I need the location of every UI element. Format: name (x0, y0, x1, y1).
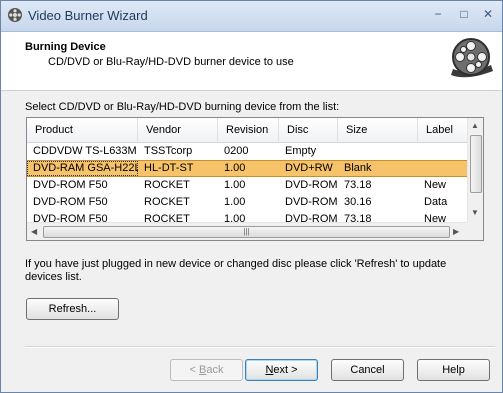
film-reel-icon (8, 8, 22, 22)
horizontal-scrollbar[interactable]: ◀ ||| ▶ (27, 222, 467, 240)
cell-size (338, 143, 418, 160)
cancel-button-label: Cancel (350, 364, 385, 376)
table-row-selected[interactable]: DVD-RAM GSA-H22L HL-DT-ST 1.00 DVD+RW Bl… (27, 160, 467, 177)
scroll-left-icon[interactable]: ◀ (31, 227, 37, 236)
close-icon[interactable]: ✕ (479, 6, 497, 22)
button-separator (25, 346, 495, 348)
cell-vendor: HL-DT-ST (144, 162, 194, 174)
cell-disc: DVD-ROM (285, 179, 338, 191)
cell-vendor: ROCKET (144, 179, 190, 191)
cell-vendor: ROCKET (144, 196, 190, 208)
next-button[interactable]: Next > (245, 359, 318, 381)
column-header-revision[interactable]: Revision (218, 118, 279, 142)
column-header-label[interactable]: Label (418, 118, 467, 142)
cell-revision: 1.00 (224, 196, 246, 208)
wizard-header: Burning Device CD/DVD or Blu-Ray/HD-DVD … (1, 32, 502, 91)
cell-disc: DVD-ROM (285, 196, 338, 208)
table-row[interactable]: DVD-ROM F50 ROCKET 1.00 DVD-ROM 30.16 Da… (27, 194, 467, 211)
minimize-icon[interactable]: − (429, 6, 447, 22)
scroll-down-icon[interactable]: ▼ (471, 208, 479, 217)
column-header-disc[interactable]: Disc (279, 118, 338, 142)
window-title: Video Burner Wizard (28, 8, 148, 23)
device-list[interactable]: Product Vendor Revision Disc Size Label … (26, 117, 484, 241)
instruction-label: Select CD/DVD or Blu-Ray/HD-DVD burning … (25, 101, 340, 113)
scroll-up-icon[interactable]: ▲ (471, 121, 479, 130)
vertical-scrollbar[interactable]: ▲ ▼ (467, 118, 483, 222)
back-button-label: ack (206, 364, 224, 376)
cell-disc: Empty (285, 145, 317, 157)
title-bar[interactable]: Video Burner Wizard − □ ✕ (1, 1, 502, 32)
page-title: Burning Device (25, 41, 106, 53)
cell-label (418, 161, 467, 176)
column-header-vendor[interactable]: Vendor (138, 118, 218, 142)
cell-label: New (424, 179, 447, 191)
horizontal-scroll-thumb[interactable]: ||| (43, 226, 450, 238)
cell-size: 30.16 (344, 196, 372, 208)
cell-product: DVD-ROM F50 (33, 179, 108, 191)
cell-product: DVD-ROM F50 (33, 196, 108, 208)
cell-revision: 1.00 (224, 179, 246, 191)
list-header: Product Vendor Revision Disc Size Label (27, 118, 467, 143)
refresh-button[interactable]: Refresh... (26, 298, 119, 320)
scroll-right-icon[interactable]: ▶ (453, 227, 459, 236)
cell-label (418, 143, 467, 160)
cell-size: 73.18 (344, 179, 372, 191)
refresh-hint: If you have just plugged in new device o… (25, 258, 447, 283)
maximize-icon[interactable]: □ (455, 6, 473, 22)
table-row[interactable]: DVD-ROM F50 ROCKET 1.00 DVD-ROM 73.18 Ne… (27, 177, 467, 194)
help-button-label: Help (442, 364, 465, 376)
cell-size: Blank (344, 162, 372, 174)
wizard-window: Video Burner Wizard − □ ✕ Burning Device… (0, 0, 503, 393)
column-header-size[interactable]: Size (338, 118, 418, 142)
back-button[interactable]: < Back (170, 359, 243, 381)
cell-disc: DVD+RW (285, 162, 333, 174)
cell-revision: 0200 (224, 145, 249, 157)
cell-label: Data (424, 196, 448, 208)
film-reel-icon (451, 38, 493, 78)
cancel-button[interactable]: Cancel (331, 359, 404, 381)
back-button-label: < (189, 364, 199, 376)
scrollbar-corner (467, 222, 483, 240)
vertical-scroll-thumb[interactable] (470, 135, 482, 193)
help-button[interactable]: Help (417, 359, 490, 381)
table-row[interactable]: CDDVDW TS-L633M TSSTcorp 0200 Empty (27, 143, 467, 160)
refresh-button-label: Refresh... (48, 303, 97, 315)
cell-vendor: TSSTcorp (144, 145, 193, 157)
cell-product: DVD-RAM GSA-H22L (27, 161, 138, 176)
cell-revision: 1.00 (224, 162, 246, 174)
page-subtitle: CD/DVD or Blu-Ray/HD-DVD burner device t… (48, 56, 294, 68)
next-button-label: ext > (273, 364, 298, 376)
cell-product: CDDVDW TS-L633M (33, 145, 137, 157)
column-header-product[interactable]: Product (27, 118, 138, 142)
